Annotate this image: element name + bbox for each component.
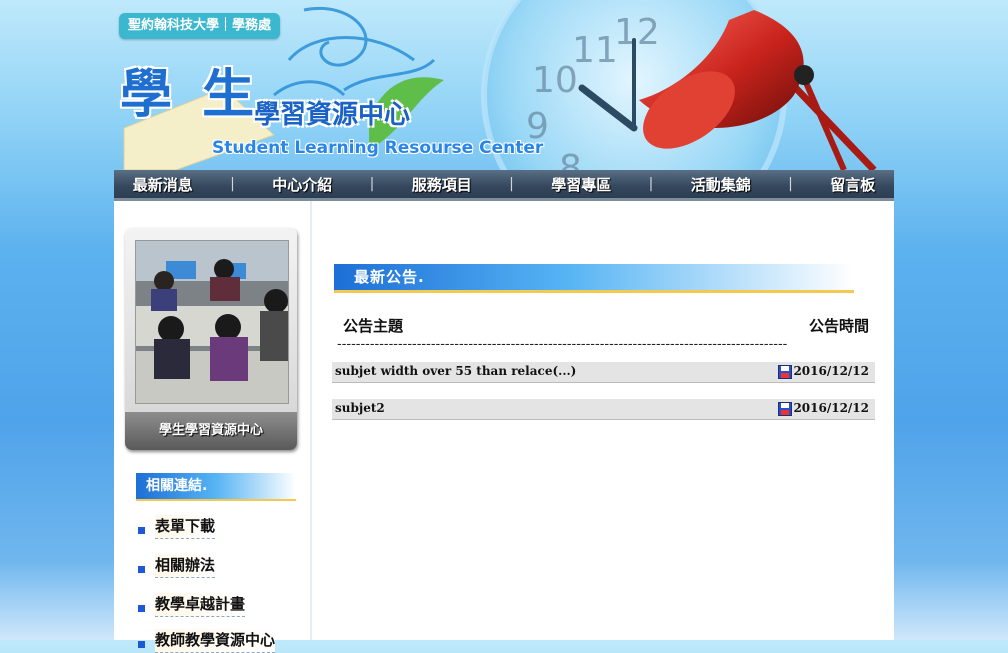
announcement-subject[interactable]: subjet2 [335,401,385,415]
save-disk-icon[interactable] [778,365,792,379]
nav-separator: | [369,176,375,192]
main-nav: 最新消息 | 中心介紹 | 服務項目 | 學習專區 | 活動集錦 | 留言板 [114,170,894,201]
svg-text:12: 12 [614,12,660,53]
sidebar-link-teacher-resources[interactable]: 教師教學資源中心 [138,629,276,653]
svg-text:10: 10 [532,60,578,101]
nav-about[interactable]: 中心介紹 [272,174,332,195]
sidebar-link-forms[interactable]: 表單下載 [138,515,216,539]
table-row[interactable]: subjet width over 55 than relace(...) 20… [332,362,875,383]
school-badge[interactable]: 聖約翰科技大學｜學務處 [119,13,281,39]
announcement-date: 2016/12/12 [793,401,869,415]
nav-separator: | [648,176,654,192]
sidebar-link-label[interactable]: 表單下載 [155,515,216,539]
nav-separator: | [230,176,235,192]
table-row[interactable]: subjet2 2016/12/12 [332,399,875,420]
nav-learning-zone[interactable]: 學習專區 [551,174,611,195]
students-photo [135,240,289,404]
students-photo-image [136,241,288,403]
sidebar-link-teaching-excellence[interactable]: 教學卓越計畫 [138,593,246,617]
bullet-icon [138,526,145,534]
site-title-sub: 學習資源中心 [254,100,411,130]
site-header: 12 11 10 9 8 聖約翰科技大學｜學務處 學 生 學習資源中心 Stud… [114,0,894,170]
news-header: 最新公告. [334,264,854,293]
divider-line: ----------------------------------------… [337,337,788,352]
column-header-subject: 公告主題 [343,317,404,335]
nav-guestbook[interactable]: 留言板 [830,174,875,195]
announcement-date: 2016/12/12 [793,364,869,378]
sidebar-link-label[interactable]: 相關辦法 [155,554,216,578]
sidebar: 學生學習資源中心 相關連結. 表單下載 相關辦法 教學卓越計畫 教師教學資源中心 [114,201,312,653]
nav-separator: | [509,176,514,192]
svg-text:8: 8 [559,148,582,170]
column-header-time: 公告時間 [808,317,869,335]
site-title-english: Student Learning Resourse Center [212,138,544,158]
announcement-subject[interactable]: subjet width over 55 than relace(...) [335,364,576,378]
sidebar-link-label[interactable]: 教師教學資源中心 [155,629,276,653]
bullet-icon [138,640,145,648]
nav-activities[interactable]: 活動集錦 [691,174,751,195]
photo-card[interactable]: 學生學習資源中心 [125,228,297,450]
nav-separator: | [788,176,793,192]
bullet-icon [138,604,145,612]
save-disk-icon[interactable] [778,402,792,416]
nav-latest-news[interactable]: 最新消息 [133,174,193,195]
main-content: 最新公告. 公告主題 公告時間 ------------------------… [312,201,894,640]
svg-text:11: 11 [572,30,618,71]
photo-caption: 學生學習資源中心 [125,412,297,450]
news-title: 最新公告. [354,268,425,286]
nav-services[interactable]: 服務項目 [412,174,472,195]
related-links-header: 相關連結. [136,473,296,501]
site-title-main: 學 生 [120,65,261,125]
related-links-title: 相關連結. [146,478,208,494]
sidebar-link-label[interactable]: 教學卓越計畫 [155,593,246,617]
bullet-icon [138,565,145,573]
sidebar-link-regulations[interactable]: 相關辦法 [138,554,216,578]
